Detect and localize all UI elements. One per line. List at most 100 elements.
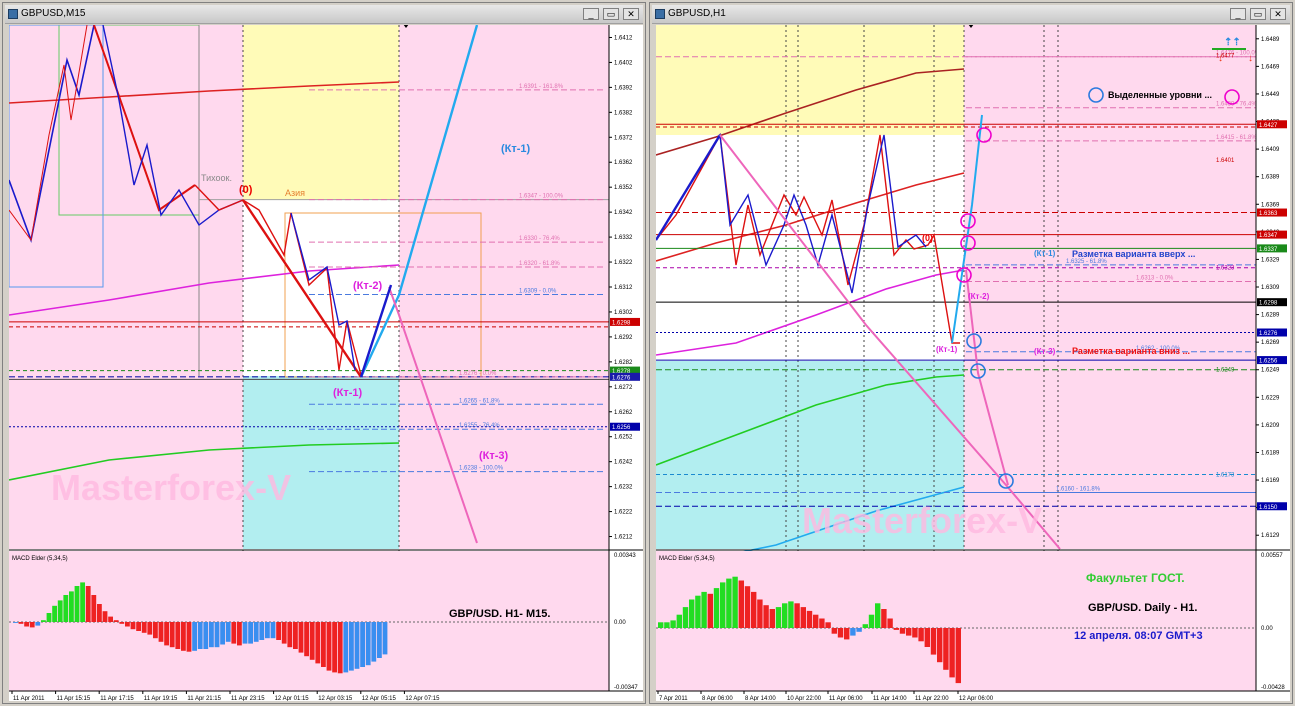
macd-bar	[293, 622, 298, 649]
price-tick-label: 1.6262	[614, 410, 633, 416]
price-tag-label: 1.6427	[1259, 123, 1278, 129]
minimize-button[interactable]: _	[583, 8, 599, 20]
price-tick-label: 1.6402	[614, 60, 633, 66]
macd-bar	[18, 622, 24, 624]
macd-tick-label: -0.00347	[614, 685, 638, 691]
price-tick-label: 1.6409	[1261, 147, 1280, 153]
time-tick-label: 8 Apr 06:00	[702, 696, 733, 701]
watermark: Masterforex-V	[51, 467, 291, 508]
macd-bar	[744, 586, 751, 628]
title-bar[interactable]: GBPUSD,H1 _ ▭ ✕	[652, 5, 1290, 24]
price-tick-label: 1.6252	[614, 435, 633, 441]
macd-bar	[343, 622, 349, 673]
fibo-label: 1.6309 - 0.0%	[519, 288, 557, 294]
window-title: GBPUSD,H1	[668, 8, 726, 19]
time-tick-label: 7 Apr 2011	[659, 696, 688, 701]
macd-bar	[197, 622, 203, 649]
macd-bar	[326, 622, 332, 671]
price-tag-label: 1.6337	[1259, 247, 1278, 253]
time-tick-label: 12 Apr 05:15	[362, 696, 397, 701]
price-tag-label: 1.6298	[1259, 301, 1278, 307]
price-tick-label: 1.6342	[614, 210, 633, 216]
macd-bar	[850, 628, 856, 636]
fibo-label: 1.6320 - 61.8%	[519, 261, 560, 267]
chart-icon	[8, 9, 18, 19]
chart-window-h1[interactable]: GBPUSD,H1 _ ▭ ✕ 1.6476 - 100.0% 1.6439 - …	[649, 2, 1293, 704]
macd-bar	[360, 622, 365, 667]
macd-bar	[203, 622, 209, 649]
macd-tick-label: 0.00	[614, 620, 626, 626]
macd-bar	[658, 622, 664, 628]
price-tag-label: 1.6256	[612, 425, 631, 431]
macd-title: MACD Elder (5,34,5)	[659, 556, 715, 562]
macd-bar	[800, 607, 806, 628]
level-label: 1.6173	[1216, 473, 1235, 479]
macd-bar	[41, 620, 46, 622]
macd-bar	[875, 603, 881, 628]
macd-bar	[141, 622, 147, 633]
macd-bar	[136, 622, 141, 631]
macd-bar	[242, 622, 248, 644]
watermark: Masterforex-V	[802, 500, 1042, 541]
price-tick-label: 1.6282	[614, 360, 633, 366]
macd-bar	[738, 580, 744, 628]
fibo-label: 1.6415 - 61.8%	[1216, 135, 1257, 141]
fibo-label: 1.6255 - 76.4%	[459, 423, 500, 429]
macd-bar	[248, 622, 253, 644]
chart-window-m15[interactable]: GBPUSD,M15 _ ▭ ✕ 1.6391 - 161.8% 1.6347 -…	[2, 2, 646, 704]
price-chart-m15[interactable]: 1.6391 - 161.8% 1.6347 - 100.0% 1.6330 - 7…	[9, 25, 643, 701]
level-label: 1.6249	[1216, 368, 1235, 374]
macd-bar	[906, 628, 912, 636]
macd-bar	[354, 622, 360, 669]
macd-bar	[214, 622, 220, 648]
macd-bar	[175, 622, 181, 649]
arrow-down-icon: ↓	[1248, 53, 1253, 64]
pair-note: GBP/USD. H1- M15.	[449, 608, 550, 620]
price-tick-label: 1.6312	[614, 285, 633, 291]
macd-bar	[794, 603, 800, 628]
macd-bar	[844, 628, 850, 640]
price-tick-label: 1.6232	[614, 485, 633, 491]
arrow-down-icon: ↓	[1218, 53, 1223, 64]
fibo-label: 1.6325 - 61.8%	[1066, 259, 1107, 265]
macd-bar	[899, 628, 906, 634]
macd-bar	[169, 622, 175, 648]
point-label-kt1-blue: (Кт-1)	[501, 143, 531, 155]
macd-bar	[937, 628, 943, 663]
macd-bar	[102, 611, 108, 622]
price-chart-h1[interactable]: 1.6476 - 100.0%1.6439 - 76.4%1.6415 - 61…	[656, 25, 1290, 701]
time-tick-label: 12 Apr 01:15	[275, 696, 310, 701]
price-tick-label: 1.6412	[614, 35, 633, 41]
price-tick-label: 1.6309	[1261, 285, 1280, 291]
macd-bar	[707, 593, 713, 628]
chart-icon	[655, 9, 665, 19]
zone-upper	[656, 25, 964, 135]
macd-bar	[893, 628, 899, 630]
restore-button[interactable]: ▭	[603, 8, 619, 20]
macd-bar	[881, 609, 887, 628]
macd-bar	[97, 604, 102, 622]
macd-bar	[63, 595, 69, 622]
title-bar[interactable]: GBPUSD,M15 _ ▭ ✕	[5, 5, 643, 24]
macd-bar	[225, 622, 231, 642]
macd-bar	[377, 622, 382, 658]
price-tag-label: 1.6347	[1259, 233, 1278, 239]
macd-bar	[713, 588, 720, 628]
time-tick-label: 12 Apr 07:15	[405, 696, 440, 701]
macd-bar	[130, 622, 136, 630]
point-label-kt3: (Кт-3)	[1034, 347, 1056, 356]
macd-tick-label: 0.00557	[1261, 553, 1283, 559]
minimize-button[interactable]: _	[1230, 8, 1246, 20]
date-note: 12 апреля. 08:07 GMT+3	[1074, 630, 1203, 642]
price-tick-label: 1.6469	[1261, 64, 1280, 70]
price-tag-label: 1.6276	[612, 375, 631, 381]
point-label-kt1: (Кт-1)	[936, 345, 958, 354]
macd-bar	[119, 622, 125, 624]
time-tick-label: 11 Apr 17:15	[100, 696, 134, 701]
close-button[interactable]: ✕	[623, 8, 639, 20]
fibo-label: 1.6276 - 0.0%	[459, 371, 497, 377]
restore-button[interactable]: ▭	[1250, 8, 1266, 20]
point-label-kt2: (Кт-2)	[353, 280, 383, 292]
close-button[interactable]: ✕	[1270, 8, 1286, 20]
macd-axis	[1256, 551, 1290, 691]
